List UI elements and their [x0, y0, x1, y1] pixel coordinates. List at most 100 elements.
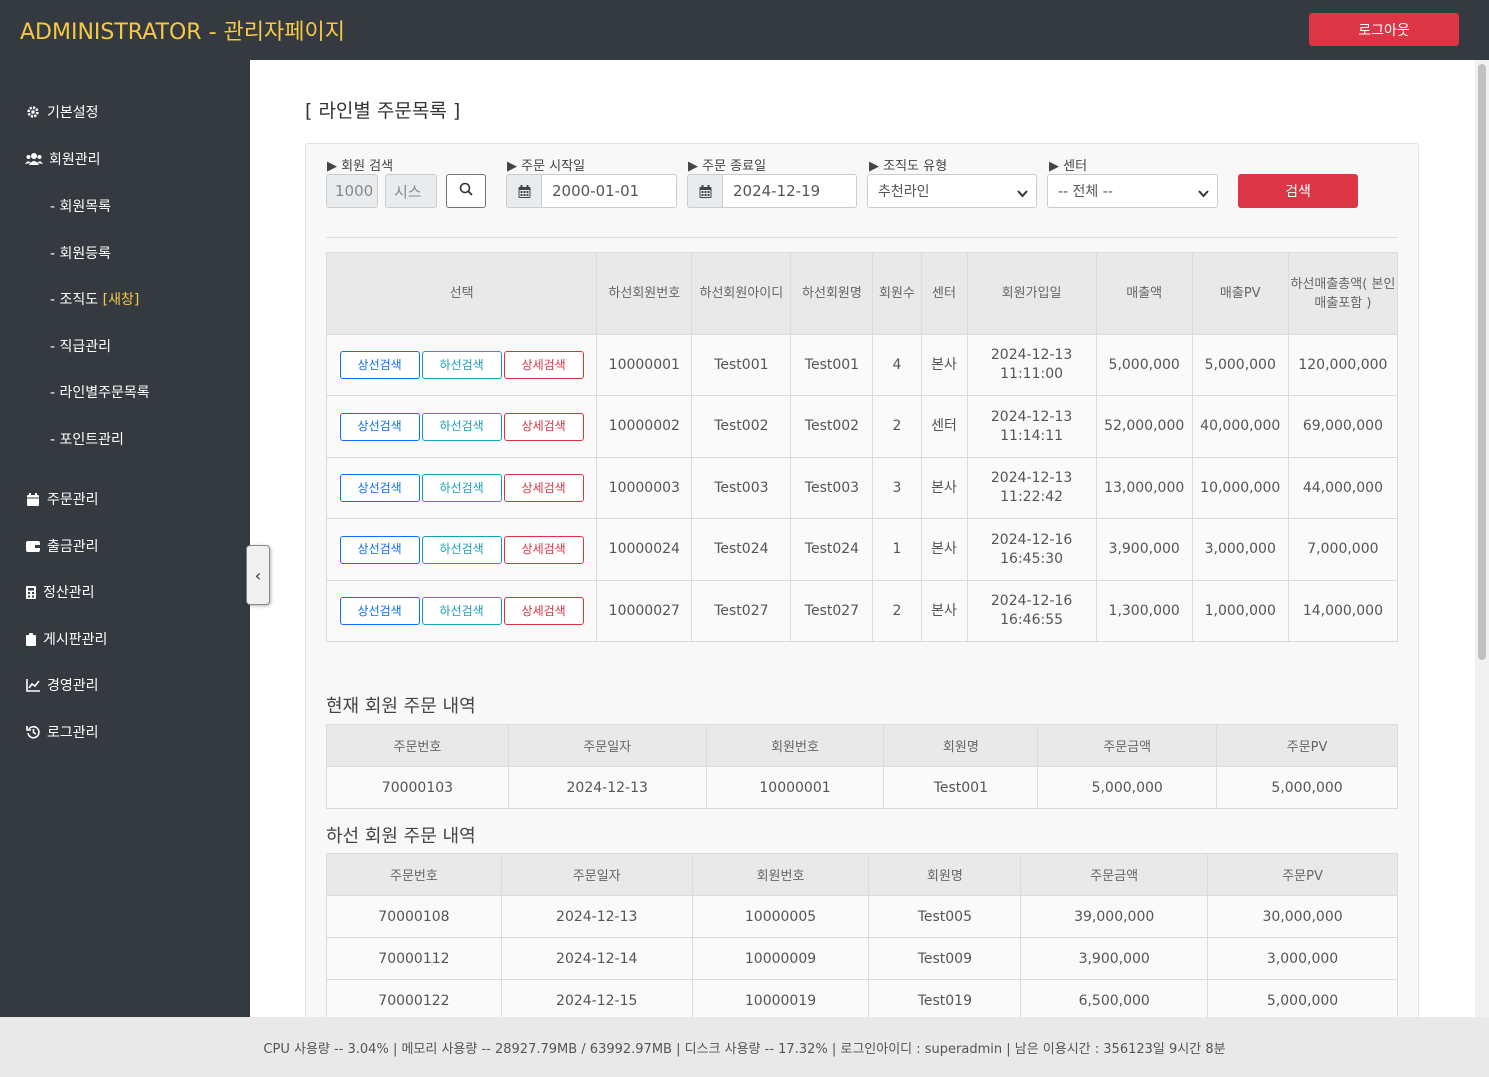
table-row: 상선검색 하선검색 상세검색 10000003 Test003 Test003 3 …: [325, 457, 1399, 519]
sidebar-item-label: 출금관리: [47, 539, 99, 555]
downline-search-button[interactable]: 하선검색: [421, 535, 502, 564]
sidebar-item-basic-settings[interactable]: 기본설정: [25, 101, 99, 123]
end-date-label: ▶ 주문 종료일: [688, 159, 767, 174]
sidebar-sub-member-list[interactable]: - 회원목록: [50, 196, 111, 216]
member-no-cell: 10000024: [596, 518, 693, 581]
new-window-tag: [새창]: [102, 292, 140, 308]
downline-search-button[interactable]: 하선검색: [421, 351, 502, 379]
sidebar-sub-member-register[interactable]: - 회원등록: [50, 243, 111, 263]
order-amount-cell: 39,000,000: [1020, 895, 1209, 938]
sidebar-item-settlement[interactable]: 정산관리: [25, 581, 95, 603]
order-amount-cell: 5,000,000: [1037, 766, 1218, 809]
upline-search-button[interactable]: 상선검색: [339, 535, 420, 564]
sales-cell: 1,300,000: [1095, 580, 1193, 642]
lower-orders-title: 하선 회원 주문 내역: [326, 826, 476, 847]
sidebar-item-label: 주문관리: [47, 492, 99, 508]
column-header: 주문일자: [500, 853, 693, 896]
member-id-cell: Test024: [691, 518, 792, 581]
sales-cell: 3,900,000: [1095, 518, 1193, 581]
upline-search-button[interactable]: 상선검색: [339, 412, 420, 441]
upline-search-button[interactable]: 상선검색: [339, 474, 420, 502]
column-header: 주문금액: [1020, 853, 1209, 896]
join-date-cell: 2024-12-16 16:45:30: [966, 518, 1097, 581]
end-date-input[interactable]: 2024-12-19: [722, 174, 857, 208]
current-orders-table: 주문번호 주문일자 회원번호 회원명 주문금액 주문PV 70000103 20…: [326, 724, 1398, 809]
center-select[interactable]: -- 전체 --: [1047, 174, 1218, 208]
scrollbar-thumb[interactable]: [1478, 64, 1486, 660]
center-cell: 본사: [920, 518, 968, 581]
total-sales-cell: 14,000,000: [1287, 580, 1399, 642]
sidebar-sub-rank-management[interactable]: - 직급관리: [50, 336, 111, 356]
sidebar-item-boards[interactable]: 게시판관리: [25, 628, 107, 650]
calendar-icon: [25, 492, 41, 506]
sidebar-item-logs[interactable]: 로그관리: [25, 721, 99, 743]
sales-pv-cell: 1,000,000: [1191, 580, 1289, 642]
column-header: 회원수: [872, 252, 922, 335]
member-count-cell: 3: [872, 457, 922, 519]
start-date-input[interactable]: 2000-01-01: [541, 174, 677, 208]
sidebar-sub-line-orders[interactable]: - 라인별주문목록: [50, 382, 150, 402]
total-sales-cell: 44,000,000: [1287, 457, 1399, 519]
search-button[interactable]: 검색: [1238, 174, 1358, 208]
org-type-label: ▶ 조직도 유형: [869, 159, 948, 174]
detail-search-button[interactable]: 상세검색: [503, 597, 584, 625]
table-header-row: 선택 하선회원번호 하선회원아이디 하선회원명 회원수 센터 회원가입일 매출액…: [325, 252, 1399, 335]
table-header-row: 주문번호 주문일자 회원번호 회원명 주문금액 주문PV: [326, 853, 1398, 896]
detail-search-button[interactable]: 상세검색: [503, 474, 584, 502]
sidebar-item-orders[interactable]: 주문관리: [25, 488, 99, 510]
detail-search-button[interactable]: 상세검색: [503, 412, 584, 441]
chevron-left-icon: ‹: [254, 565, 262, 585]
center-label: ▶ 센터: [1049, 159, 1088, 174]
downline-search-button[interactable]: 하선검색: [421, 597, 502, 625]
table-header-row: 주문번호 주문일자 회원번호 회원명 주문금액 주문PV: [326, 724, 1398, 767]
sidebar-item-label: 경영관리: [47, 678, 99, 694]
page-title: [ 라인별 주문목록 ]: [305, 100, 461, 122]
upline-search-button[interactable]: 상선검색: [339, 351, 420, 379]
history-icon: [25, 725, 41, 739]
member-name-input[interactable]: 시스: [385, 174, 437, 208]
detail-search-button[interactable]: 상세검색: [503, 351, 584, 379]
scrollbar[interactable]: [1475, 60, 1489, 1017]
sidebar-item-members[interactable]: 회원관리: [25, 148, 101, 170]
sidebar-item-withdrawals[interactable]: 출금관리: [25, 535, 99, 557]
upline-search-button[interactable]: 상선검색: [339, 597, 420, 625]
table-row: 상선검색 하선검색 상세검색 10000027 Test027 Test027 2 …: [325, 580, 1399, 642]
member-name-cell: Test003: [790, 457, 874, 519]
chevron-down-icon: [1198, 186, 1209, 202]
downline-search-button[interactable]: 하선검색: [421, 412, 502, 441]
sidebar-item-label: 회원관리: [49, 152, 101, 168]
table-row: 70000108 2024-12-13 10000005 Test005 39,…: [326, 895, 1398, 938]
member-no-cell: 10000019: [691, 979, 870, 1022]
sales-cell: 13,000,000: [1095, 457, 1193, 519]
total-sales-cell: 120,000,000: [1287, 334, 1399, 396]
member-id-input[interactable]: 1000: [326, 174, 378, 208]
table-row: 상선검색 하선검색 상세검색 10000002 Test002 Test002 2 …: [325, 395, 1399, 458]
org-type-select[interactable]: 추천라인: [867, 174, 1037, 208]
member-search-button[interactable]: [446, 174, 486, 208]
column-header: 하선회원번호: [596, 252, 693, 335]
start-date-label: ▶ 주문 시작일: [507, 159, 586, 174]
sidebar-toggle-button[interactable]: ‹: [246, 545, 270, 605]
sales-cell: 5,000,000: [1095, 334, 1193, 396]
detail-search-button[interactable]: 상세검색: [503, 535, 584, 564]
sidebar-item-business[interactable]: 경영관리: [25, 674, 99, 696]
sidebar-item-label: 기본설정: [47, 105, 99, 121]
column-header: 주문번호: [326, 724, 509, 767]
lower-orders-table: 주문번호 주문일자 회원번호 회원명 주문금액 주문PV 70000108 20…: [326, 853, 1398, 1022]
join-date-cell: 2024-12-13 11:22:42: [966, 457, 1097, 519]
downline-search-button[interactable]: 하선검색: [421, 474, 502, 502]
center-cell: 센터: [920, 395, 968, 458]
member-id-cell: Test003: [691, 457, 792, 519]
center-cell: 본사: [920, 457, 968, 519]
system-status-text: CPU 사용량 -- 3.04% | 메모리 사용량 -- 28927.79MB…: [263, 1041, 1226, 1057]
join-date-cell: 2024-12-16 16:46:55: [966, 580, 1097, 642]
order-no-cell: 70000103: [326, 766, 509, 809]
member-no-cell: 10000027: [596, 580, 693, 642]
table-row: 70000122 2024-12-15 10000019 Test019 6,5…: [326, 979, 1398, 1022]
calendar-icon: [506, 174, 542, 208]
table-row: 상선검색 하선검색 상세검색 10000024 Test024 Test024 1 …: [325, 518, 1399, 581]
calendar-icon: [687, 174, 723, 208]
sidebar-sub-points[interactable]: - 포인트관리: [50, 429, 124, 449]
sidebar-sub-org-chart[interactable]: - 조직도 [새창]: [50, 289, 139, 309]
logout-button[interactable]: 로그아웃: [1309, 13, 1459, 46]
